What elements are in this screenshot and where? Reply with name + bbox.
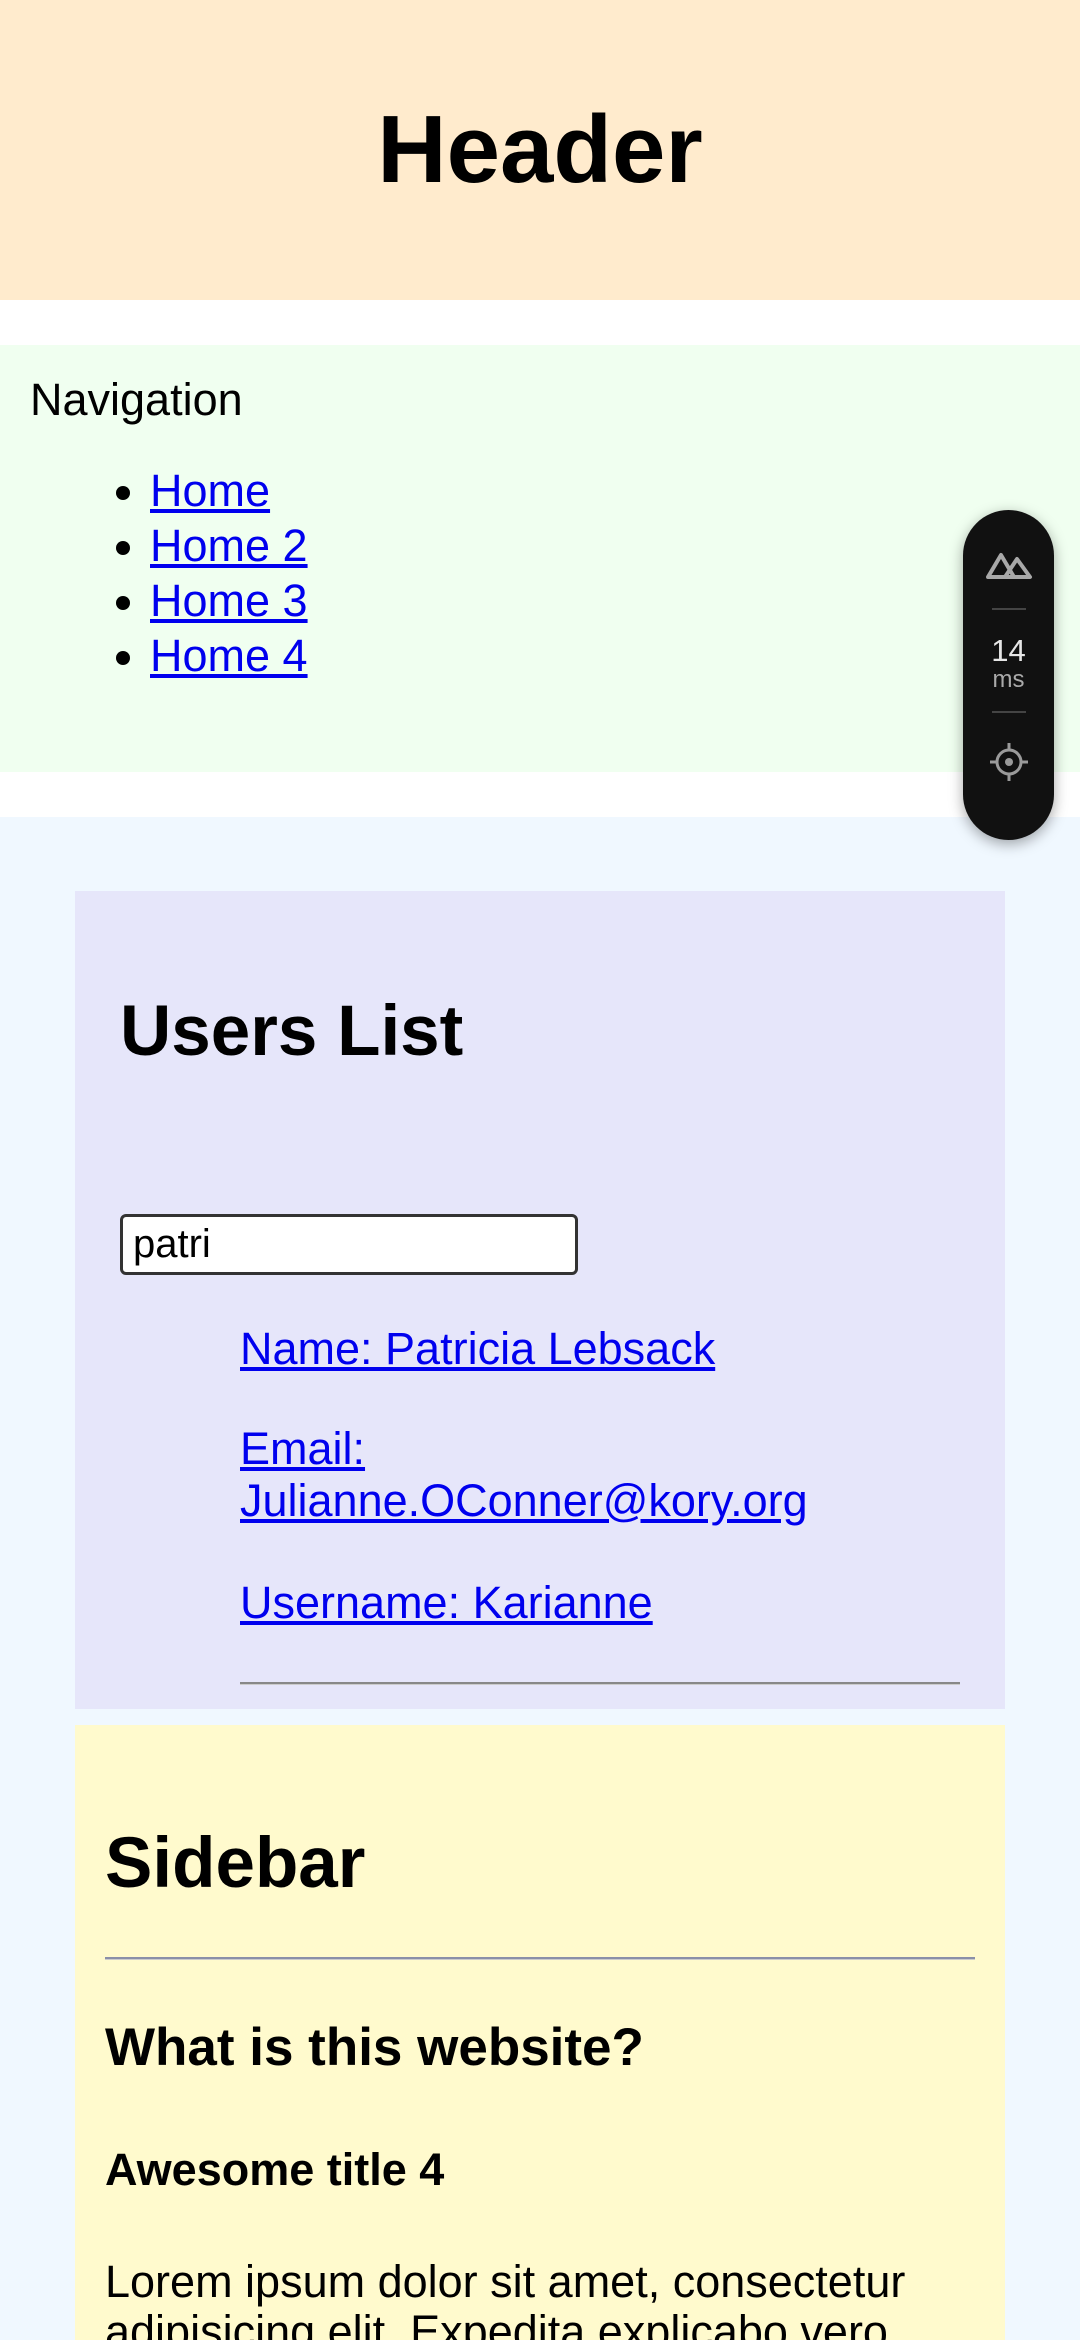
sidebar-divider [105, 1957, 975, 1960]
header-title: Header [377, 96, 703, 203]
nav-list: Home Home 2 Home 3 Home 4 [30, 463, 1050, 683]
crosshair-icon[interactable] [988, 741, 1030, 783]
users-list-title: Users List [120, 992, 464, 1071]
nav-link-home-2[interactable]: Home 2 [150, 520, 308, 571]
sidebar: Sidebar What is this website? Awesome ti… [75, 1725, 1005, 2340]
user-email-label: Email: [240, 1423, 366, 1474]
user-name-link[interactable]: Name: Patricia Lebsack [240, 1323, 960, 1375]
render-time-value: 14 [991, 633, 1026, 668]
sidebar-question: What is this website? [105, 2018, 644, 2077]
nav-link-home-4[interactable]: Home 4 [150, 630, 308, 681]
user-divider [240, 1682, 960, 1685]
navigation-title: Navigation [30, 374, 243, 425]
main-content: Users List Name: Patricia Lebsack Email:… [0, 817, 1080, 2340]
nav-item: Home 2 [150, 518, 1050, 573]
user-email-link[interactable]: Email: Julianne.OConner@kory.org [240, 1423, 960, 1527]
nav-item: Home 3 [150, 573, 1050, 628]
users-list-section: Users List Name: Patricia Lebsack Email:… [75, 891, 1005, 1709]
nav-link-home[interactable]: Home [150, 465, 270, 516]
devtools-divider [991, 711, 1026, 713]
nav-link-home-3[interactable]: Home 3 [150, 575, 308, 626]
sidebar-subtitle: Awesome title 4 [105, 2144, 445, 2195]
devtools-divider [991, 608, 1026, 610]
navigation: Navigation Home Home 2 Home 3 Home 4 [0, 345, 1080, 772]
nuxt-logo-icon[interactable] [984, 545, 1034, 585]
nav-item: Home 4 [150, 628, 1050, 683]
page: Header Navigation Home Home 2 Home 3 Hom… [0, 0, 1080, 2340]
devtools-panel[interactable]: 14 ms [963, 510, 1054, 840]
render-time: 14 ms [991, 635, 1025, 693]
user-email-value: Julianne.OConner@kory.org [240, 1475, 808, 1526]
user-search-input[interactable] [120, 1214, 578, 1275]
user-username-link[interactable]: Username: Karianne [240, 1577, 960, 1629]
sidebar-paragraph: Lorem ipsum dolor sit amet, consectetur … [105, 2256, 906, 2340]
page-header: Header [0, 0, 1080, 300]
nav-item: Home [150, 463, 1050, 518]
sidebar-title: Sidebar [105, 1824, 366, 1903]
render-time-unit: ms [992, 666, 1025, 693]
